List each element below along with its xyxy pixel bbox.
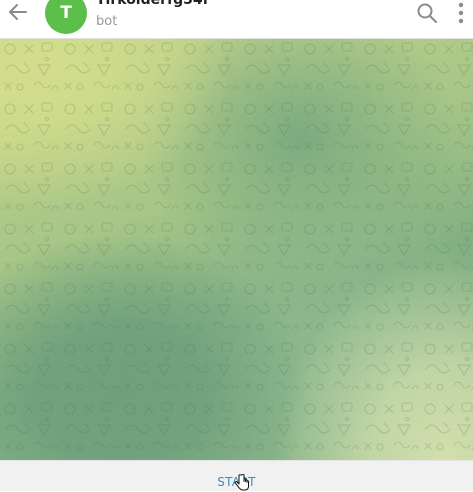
avatar-letter: T: [60, 3, 72, 23]
chat-title: Tirkolderfg54f: [96, 0, 209, 8]
doodle-pattern: [0, 39, 473, 460]
avatar[interactable]: T: [45, 0, 87, 34]
chat-background: [0, 39, 473, 460]
chat-header: T Tirkolderfg54f bot: [0, 0, 473, 39]
hand-cursor-icon: [234, 474, 249, 491]
search-icon[interactable]: [416, 2, 438, 24]
more-vertical-icon[interactable]: [452, 2, 470, 24]
chat-subtitle: bot: [96, 14, 118, 29]
arrow-left-icon[interactable]: [6, 0, 30, 24]
